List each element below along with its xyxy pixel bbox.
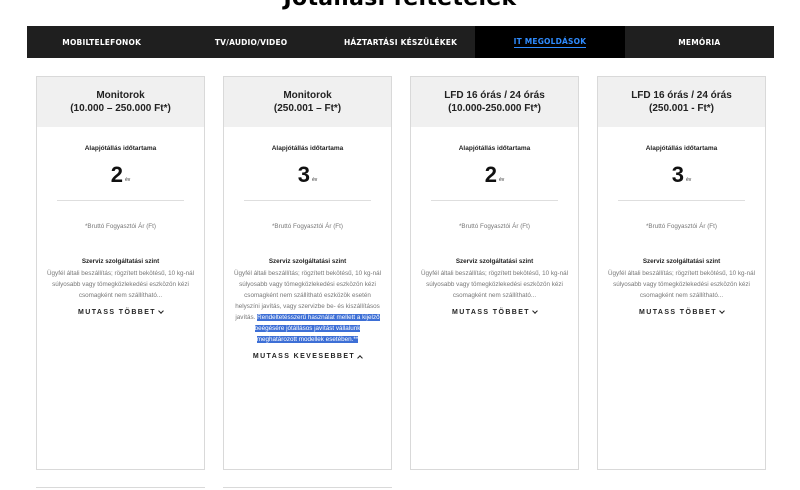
warranty-card: LFD 16 órás / 24 órás (250.001 - Ft*) Al… xyxy=(597,76,766,470)
warranty-unit: év xyxy=(498,177,505,183)
chevron-down-icon xyxy=(532,308,538,314)
service-text-highlighted: Rendeltetésszerű használat mellett a kij… xyxy=(254,314,380,343)
warranty-label: Alapjótállás időtartama xyxy=(271,145,344,152)
warranty-unit: év xyxy=(311,177,318,183)
service-level-title: Szerviz szolgáltatási szint xyxy=(642,258,721,265)
card-header: Monitorok (10.000 – 250.000 Ft*) xyxy=(37,77,204,127)
warranty-card: Monitorok (10.000 – 250.000 Ft*) Alapjót… xyxy=(36,76,205,470)
show-more-button[interactable]: MUTASS TÖBBET xyxy=(639,308,725,316)
warranty-years: 3 xyxy=(297,162,310,187)
toggle-label: MUTASS TÖBBET xyxy=(78,309,156,316)
toggle-label: MUTASS TÖBBET xyxy=(639,309,717,316)
warranty-unit: év xyxy=(685,177,692,183)
warranty-years: 2 xyxy=(484,162,497,187)
warranty-cards: Monitorok (10.000 – 250.000 Ft*) Alapjót… xyxy=(36,76,768,470)
service-level-text: Ügyfél általi beszállítás; rögzített bek… xyxy=(232,268,383,345)
service-level-text: Ügyfél általi beszállítás; rögzített bek… xyxy=(606,268,757,301)
tab-label: MOBILTELEFONOK xyxy=(62,37,142,47)
tab-label: TV/AUDIO/VIDEO xyxy=(214,37,288,47)
page-title: Jótállási feltételek xyxy=(0,0,800,11)
tab-tv-audio-video[interactable]: TV/AUDIO/VIDEO xyxy=(176,26,325,58)
service-text-plain: Ügyfél általi beszállítás; rögzített bek… xyxy=(608,270,756,299)
show-more-button[interactable]: MUTASS TÖBBET xyxy=(78,308,164,316)
service-text-plain: Ügyfél általi beszállítás; rögzített bek… xyxy=(421,270,569,299)
card-title: Monitorok xyxy=(283,90,332,101)
show-less-button[interactable]: MUTASS KEVESEBBET xyxy=(252,353,363,361)
warranty-years: 2 xyxy=(110,162,123,187)
card-title: Monitorok xyxy=(96,90,145,101)
warranty-years: 3 xyxy=(671,162,684,187)
tab-it-megoldasok[interactable]: IT MEGOLDÁSOK xyxy=(475,26,625,58)
card-title: LFD 16 órás / 24 órás xyxy=(444,90,545,101)
warranty-card: LFD 16 órás / 24 órás (10.000-250.000 Ft… xyxy=(410,76,579,470)
next-card-top-edge xyxy=(223,487,392,488)
tab-memoria[interactable]: MEMÓRIA xyxy=(625,26,774,58)
service-level-title: Szerviz szolgáltatási szint xyxy=(455,258,534,265)
toggle-label: MUTASS KEVESEBBET xyxy=(252,353,356,360)
price-note: *Bruttó Fogyasztói Ár (Ft) xyxy=(645,223,718,230)
warranty-label: Alapjótállás időtartama xyxy=(458,145,531,152)
category-tab-bar: MOBILTELEFONOK TV/AUDIO/VIDEO HÁZTARTÁSI… xyxy=(27,26,774,58)
tab-label: HÁZTARTÁSI KÉSZÜLÉKEK xyxy=(343,37,458,47)
next-card-top-edge xyxy=(36,487,205,488)
warranty-page: Jótállási feltételek MOBILTELEFONOK TV/A… xyxy=(0,0,800,490)
warranty-duration: 3 év xyxy=(232,160,383,186)
card-header: Monitorok (250.001 – Ft*) xyxy=(224,77,391,127)
card-header: LFD 16 órás / 24 órás (250.001 - Ft*) xyxy=(598,77,765,127)
service-level-text: Ügyfél általi beszállítás; rögzített bek… xyxy=(45,268,196,301)
card-subtitle: (10.000-250.000 Ft*) xyxy=(448,103,541,114)
divider xyxy=(57,200,184,201)
service-level-title: Szerviz szolgáltatási szint xyxy=(268,258,347,265)
warranty-label: Alapjótállás időtartama xyxy=(645,145,718,152)
service-text-plain: Ügyfél általi beszállítás; rögzített bek… xyxy=(47,270,195,299)
card-subtitle: (250.001 – Ft*) xyxy=(273,103,342,114)
divider xyxy=(431,200,558,201)
tab-label: MEMÓRIA xyxy=(678,37,721,47)
service-level-title: Szerviz szolgáltatási szint xyxy=(81,258,160,265)
tab-haztartasi-keszulekek[interactable]: HÁZTARTÁSI KÉSZÜLÉKEK xyxy=(326,26,475,58)
tab-mobiltelefonok[interactable]: MOBILTELEFONOK xyxy=(27,26,176,58)
toggle-label: MUTASS TÖBBET xyxy=(452,309,530,316)
chevron-down-icon xyxy=(719,308,725,314)
card-subtitle: (250.001 - Ft*) xyxy=(648,103,715,114)
warranty-label: Alapjótállás időtartama xyxy=(84,145,157,152)
chevron-down-icon xyxy=(158,308,164,314)
show-more-button[interactable]: MUTASS TÖBBET xyxy=(452,308,538,316)
warranty-duration: 2 év xyxy=(419,160,570,186)
warranty-card: Monitorok (250.001 – Ft*) Alapjótállás i… xyxy=(223,76,392,470)
price-note: *Bruttó Fogyasztói Ár (Ft) xyxy=(458,223,531,230)
price-note: *Bruttó Fogyasztói Ár (Ft) xyxy=(84,223,157,230)
divider xyxy=(244,200,371,201)
card-title: LFD 16 órás / 24 órás xyxy=(631,90,732,101)
service-level-text: Ügyfél általi beszállítás; rögzített bek… xyxy=(419,268,570,301)
divider xyxy=(618,200,745,201)
tab-label: IT MEGOLDÁSOK xyxy=(513,36,587,48)
warranty-unit: év xyxy=(124,177,131,183)
warranty-duration: 2 év xyxy=(45,160,196,186)
card-header: LFD 16 órás / 24 órás (10.000-250.000 Ft… xyxy=(411,77,578,127)
chevron-up-icon xyxy=(357,354,363,361)
price-note: *Bruttó Fogyasztói Ár (Ft) xyxy=(271,223,344,230)
card-subtitle: (10.000 – 250.000 Ft*) xyxy=(70,103,171,114)
warranty-duration: 3 év xyxy=(606,160,757,186)
